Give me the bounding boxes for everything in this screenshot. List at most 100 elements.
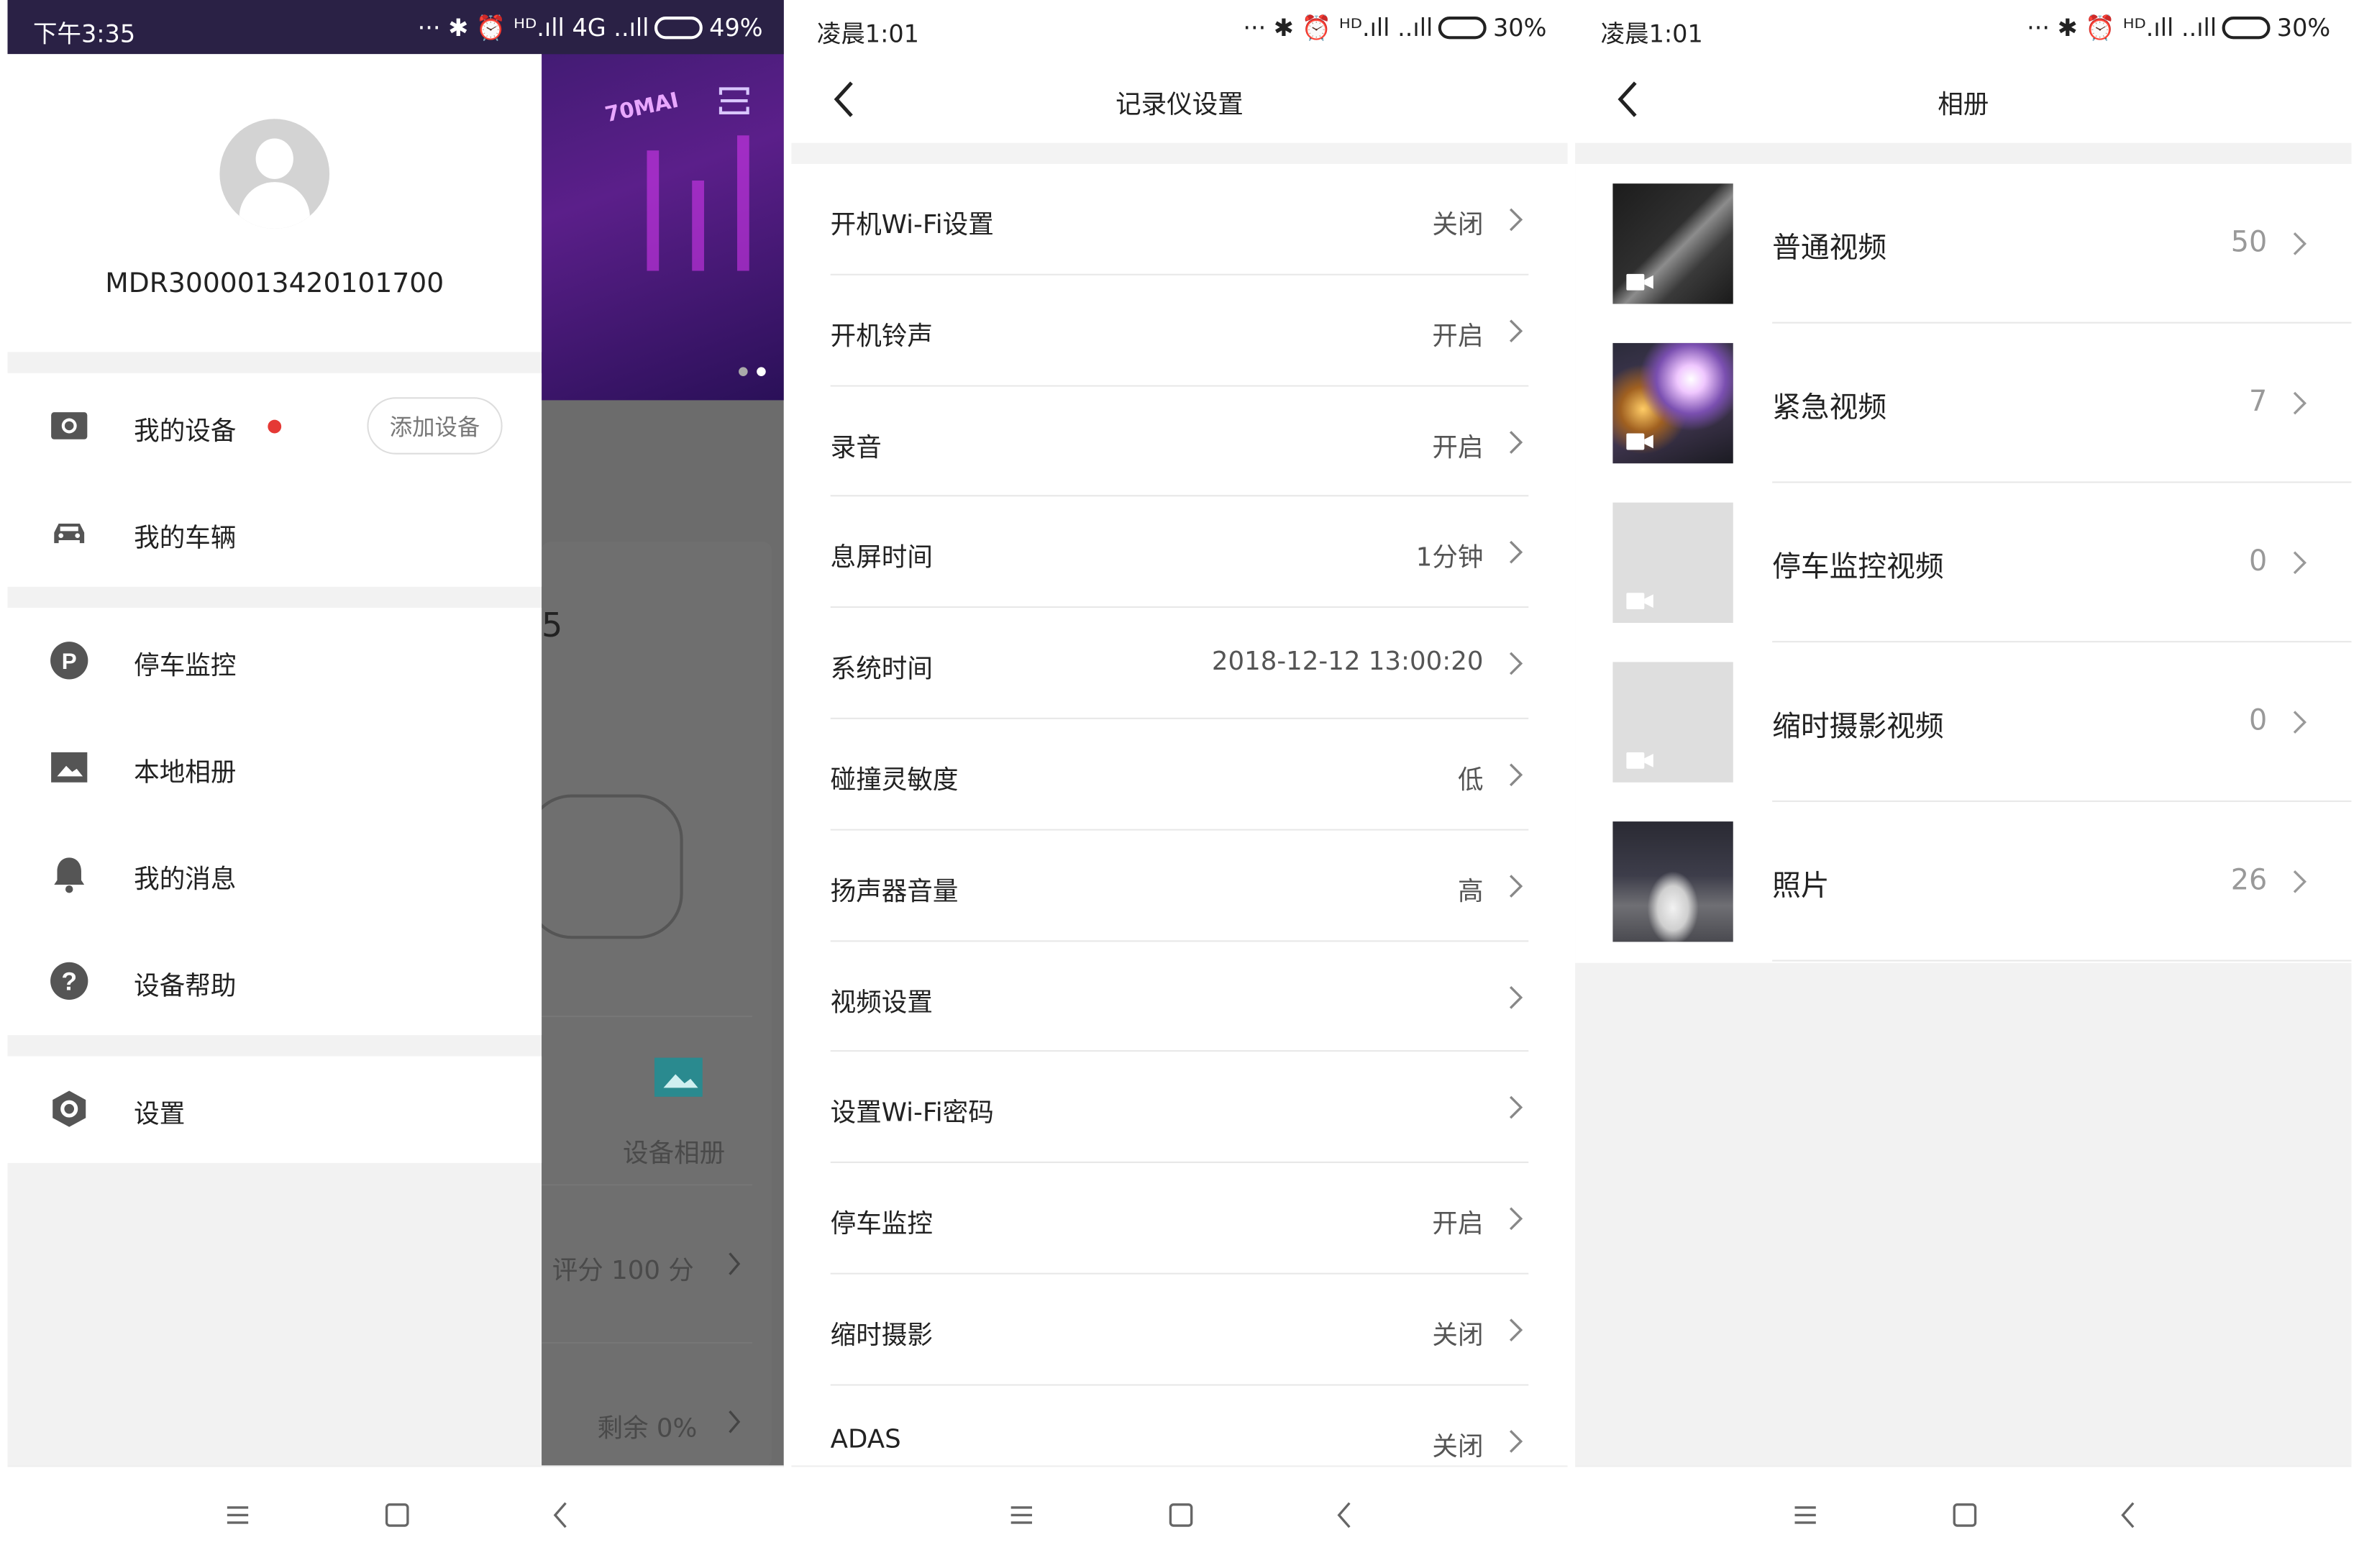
status-bar: 下午3:35 ··· ✱ ⏰ ᴴᴰ.ıll 4G ..ıll 49% <box>7 0 784 55</box>
settings-row-label: 开机Wi-Fi设置 <box>830 210 994 241</box>
chevron-right-icon <box>2293 391 2307 415</box>
settings-row[interactable]: 录音 开启 <box>830 386 1529 498</box>
drawer-item-parking[interactable]: P 停车监控 <box>7 608 542 713</box>
menu-icon[interactable] <box>223 1500 253 1531</box>
back-icon[interactable] <box>2114 1500 2144 1531</box>
drawer-item-label: 我的设备 <box>134 416 237 447</box>
settings-icon <box>53 1090 86 1127</box>
settings-row[interactable]: 开机Wi-Fi设置 关闭 <box>830 164 1529 275</box>
settings-row[interactable]: 扬声器音量 高 <box>830 830 1529 942</box>
system-navbar <box>791 1465 1568 1568</box>
neon-stripe <box>647 150 660 271</box>
status-time: 下午3:35 <box>33 19 136 48</box>
car-icon <box>54 523 85 544</box>
drawer-item-label: 设置 <box>134 1100 186 1130</box>
drawer-item-local-album[interactable]: 本地相册 <box>7 715 542 820</box>
home-icon[interactable] <box>382 1500 412 1531</box>
settings-row-label: 系统时间 <box>830 655 933 685</box>
album-row[interactable]: 停车监控视频 0 <box>1575 483 2352 643</box>
divider <box>542 1184 752 1186</box>
album-row-label: 停车监控视频 <box>1772 550 1944 584</box>
divider <box>542 1015 752 1018</box>
add-device-button[interactable]: 添加设备 <box>367 397 503 455</box>
camera-icon <box>51 412 88 439</box>
settings-row[interactable]: 系统时间 2018-12-12 13:00:20 <box>830 608 1529 719</box>
settings-row-label: 视频设置 <box>830 988 933 1018</box>
drawer-group-settings: 设置 <box>7 1056 542 1163</box>
chevron-right-icon <box>2293 551 2307 575</box>
video-camera-icon <box>1626 752 1653 769</box>
settings-row[interactable]: 息屏时间 1分钟 <box>830 497 1529 608</box>
navigation-drawer: MDR3000013420101700 我的设备 添加设备 我的车辆 P 停车监… <box>7 54 542 1467</box>
night-lights-thumbnail[interactable] <box>1612 342 1733 464</box>
battery-icon <box>2222 17 2271 40</box>
album-row[interactable]: 缩时摄影视频 0 <box>1575 642 2352 802</box>
album-icon <box>654 1057 703 1097</box>
device-outline <box>526 794 683 939</box>
settings-row[interactable]: 缩时摄影 关闭 <box>830 1275 1529 1386</box>
album-row-count: 50 <box>2230 225 2268 259</box>
drawer-item-messages[interactable]: 我的消息 <box>7 821 542 926</box>
dark-road-thumbnail[interactable] <box>1612 183 1733 304</box>
settings-row[interactable]: 视频设置 <box>830 942 1529 1052</box>
chevron-right-icon <box>1509 985 1523 1008</box>
system-navbar <box>7 1465 784 1568</box>
chevron-right-icon <box>1509 763 1523 787</box>
album-row[interactable]: 紧急视频 7 <box>1575 324 2352 483</box>
settings-row[interactable]: 开机铃声 开启 <box>830 275 1529 386</box>
drawer-profile[interactable]: MDR3000013420101700 <box>7 54 542 352</box>
settings-row-value: 开启 <box>1432 1210 1484 1241</box>
menu-icon[interactable] <box>1006 1500 1036 1531</box>
hero-logo-text: 70MAI <box>603 88 681 128</box>
score-label: 评分 100 分 <box>552 1256 694 1287</box>
header: 记录仪设置 <box>791 54 1568 143</box>
album-row[interactable]: 普通视频 50 <box>1575 164 2352 324</box>
settings-row-label: 息屏时间 <box>830 543 933 574</box>
drawer-screen: 70MAI 5 设备相册 评分 100 分 剩余 0% 下午3:35 ··· ✱… <box>7 0 784 1568</box>
status-icons: ··· ✱ ⏰ ᴴᴰ.ıll 4G ..ıll 49% <box>418 14 763 42</box>
drawer-item-device-help[interactable]: ? 设备帮助 <box>7 929 542 1034</box>
chevron-right-icon <box>1509 874 1523 898</box>
battery-percent: 30% <box>2276 13 2331 42</box>
album-list: 普通视频 50 紧急视频 7 停车监控视频 0 缩时摄影视频 0 照片 26 <box>1575 164 2352 963</box>
status-signal-icons: ··· ✱ ⏰ ᴴᴰ.ıll ..ıll <box>1243 13 1433 42</box>
menu-icon[interactable] <box>1790 1500 1820 1531</box>
drawer-item-my-vehicle[interactable]: 我的车辆 <box>7 480 542 585</box>
home-icon[interactable] <box>1950 1500 1980 1531</box>
album-row-label: 普通视频 <box>1772 232 1887 265</box>
battery-icon <box>654 17 703 40</box>
chevron-right-icon <box>1509 652 1523 675</box>
empty-thumbnail[interactable] <box>1612 502 1733 624</box>
notification-dot <box>268 419 282 434</box>
scan-icon[interactable] <box>718 86 751 116</box>
home-icon[interactable] <box>1166 1500 1196 1531</box>
settings-row[interactable]: 碰撞灵敏度 低 <box>830 719 1529 831</box>
settings-row[interactable]: 停车监控 开启 <box>830 1163 1529 1275</box>
album-row-label: 照片 <box>1772 870 1830 903</box>
album-row[interactable]: 照片 26 <box>1575 802 2352 962</box>
settings-row-value: 低 <box>1457 765 1484 796</box>
chevron-right-icon <box>1509 541 1523 565</box>
album-row-label: 紧急视频 <box>1772 391 1887 424</box>
chevron-right-icon <box>729 1252 741 1275</box>
drawer-item-settings[interactable]: 设置 <box>7 1056 542 1161</box>
back-icon[interactable] <box>546 1500 576 1531</box>
drawer-group-features: P 停车监控 本地相册 我的消息 ? 设备帮助 <box>7 608 542 1036</box>
status-signal-icons: ··· ✱ ⏰ ᴴᴰ.ıll ..ıll <box>2027 13 2217 42</box>
back-icon[interactable] <box>1330 1500 1360 1531</box>
bell-icon <box>54 857 85 893</box>
settings-row[interactable]: 设置Wi-Fi密码 <box>830 1052 1529 1164</box>
battery-percent: 49% <box>709 13 763 42</box>
settings-row-value: 开启 <box>1432 432 1484 463</box>
parked-car-thumbnail[interactable] <box>1612 821 1733 942</box>
page-title: 相册 <box>1938 90 1989 121</box>
empty-thumbnail[interactable] <box>1612 662 1733 783</box>
svg-text:P: P <box>62 649 77 674</box>
row-separator <box>1772 960 2352 962</box>
help-icon: ? <box>50 962 88 1000</box>
avatar[interactable] <box>219 119 330 229</box>
drawer-item-my-device[interactable]: 我的设备 添加设备 <box>7 373 542 478</box>
recorder-settings-screen: 凌晨1:01 ··· ✱ ⏰ ᴴᴰ.ıll ..ıll 30% 记录仪设置 开机… <box>791 0 1568 1568</box>
carousel-dot <box>739 367 748 376</box>
chevron-right-icon <box>1509 319 1523 342</box>
